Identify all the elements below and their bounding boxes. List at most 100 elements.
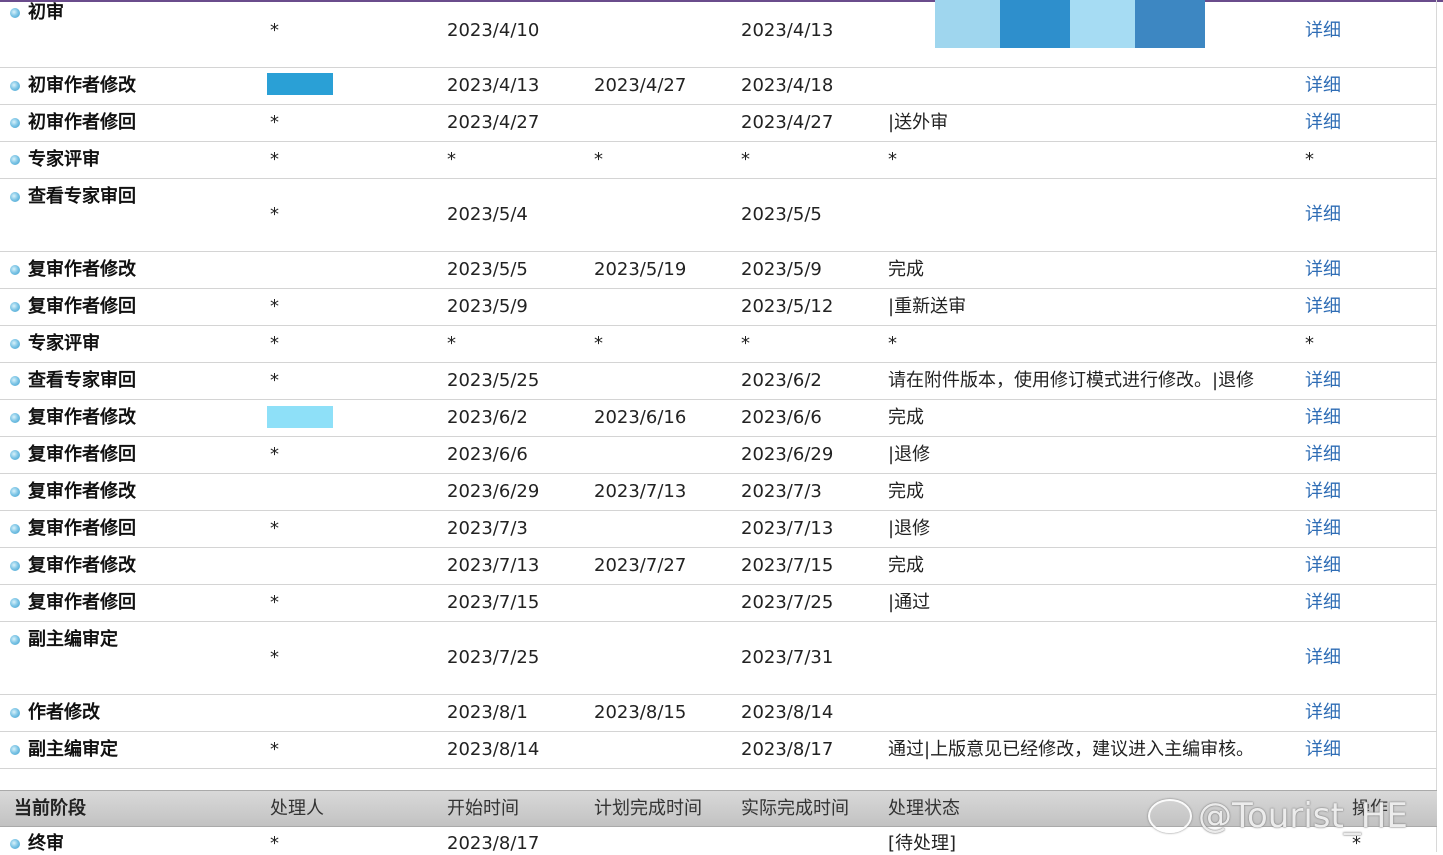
stage-cell: 复审作者修回 [10, 444, 136, 466]
status-cell: 完成 [888, 259, 924, 280]
stage-label: 初审作者修回 [28, 112, 136, 133]
actual-time-cell: * [741, 333, 750, 354]
start-time-cell: 2023/7/25 [447, 647, 540, 668]
stage-cell: 副主编审定 [10, 629, 118, 651]
handler-cell: * [270, 333, 279, 354]
details-link[interactable]: 详细 [1305, 204, 1341, 226]
stage-label: 复审作者修回 [28, 592, 136, 613]
handler-cell: * [270, 149, 279, 170]
bullet-icon [10, 192, 20, 202]
table-row: 查看专家审回 * 2023/5/25 2023/6/2 请在附件版本，使用修订模式进行修… [0, 363, 1437, 400]
start-time-cell: 2023/6/29 [447, 481, 540, 502]
status-cell: |通过 [888, 592, 931, 613]
redaction-mask [267, 406, 333, 428]
stage-label: 初审 [28, 2, 64, 23]
stage-label: 复审作者修回 [28, 518, 136, 539]
stage-cell: 初审作者修回 [10, 112, 136, 134]
actual-time-cell: 2023/7/25 [741, 592, 834, 613]
table-row: 复审作者修回 * 2023/6/6 2023/6/29 |退修 详细 [0, 437, 1437, 474]
status-cell: |送外审 [888, 112, 949, 133]
bullet-icon [10, 265, 20, 275]
actual-time-cell: 2023/8/14 [741, 702, 834, 723]
start-time-cell: 2023/5/25 [447, 370, 540, 391]
details-link[interactable]: 详细 [1305, 481, 1341, 503]
stage-label: 查看专家审回 [28, 186, 136, 207]
actual-time-cell: 2023/4/18 [741, 75, 834, 96]
stage-cell: 副主编审定 [10, 739, 118, 761]
start-time-cell: 2023/4/13 [447, 75, 540, 96]
bullet-icon [10, 81, 20, 91]
actual-time-cell: 2023/6/29 [741, 444, 834, 465]
details-link[interactable]: 详细 [1305, 407, 1341, 429]
details-link[interactable]: 详细 [1305, 739, 1341, 761]
start-time-cell: * [447, 149, 456, 170]
start-time-cell: 2023/4/27 [447, 112, 540, 133]
status-cell: |退修 [888, 444, 931, 465]
bullet-icon [10, 118, 20, 128]
stage-label: 复审作者修改 [28, 259, 136, 280]
stage-cell: 复审作者修改 [10, 407, 136, 429]
details-link[interactable]: 详细 [1305, 75, 1341, 97]
actual-time-cell: 2023/7/31 [741, 647, 834, 668]
handler-cell: * [270, 112, 279, 133]
details-link[interactable]: 详细 [1305, 20, 1341, 42]
status-cell: |退修 [888, 518, 931, 539]
actual-time-cell: * [741, 149, 750, 170]
header-handler: 处理人 [270, 798, 324, 819]
stage-cell: 复审作者修回 [10, 296, 136, 318]
watermark-text: @Tourist_HE [1198, 796, 1408, 836]
details-link[interactable]: 详细 [1305, 370, 1341, 392]
redaction-mask [935, 0, 1205, 48]
actual-time-cell: 2023/5/9 [741, 259, 822, 280]
stage-label: 专家评审 [28, 149, 100, 170]
stage-cell: 复审作者修改 [10, 555, 136, 577]
start-time-cell: 2023/4/10 [447, 20, 540, 41]
details-link[interactable]: 详细 [1305, 518, 1341, 540]
stage-cell: 复审作者修回 [10, 592, 136, 614]
weibo-watermark: @Tourist_HE [1148, 796, 1408, 836]
table-row: 复审作者修改 2023/5/5 2023/5/19 2023/5/9 完成 详细 [0, 252, 1437, 289]
stage-label: 副主编审定 [28, 739, 118, 760]
start-time-cell: 2023/5/4 [447, 204, 528, 225]
stage-cell: 初审作者修改 [10, 75, 136, 97]
status-cell: * [888, 149, 897, 170]
bullet-icon [10, 487, 20, 497]
actual-time-cell: 2023/4/13 [741, 20, 834, 41]
handler-cell: * [270, 204, 279, 225]
bullet-icon [10, 839, 20, 849]
start-time-cell: 2023/6/2 [447, 407, 528, 428]
actual-time-cell: 2023/4/27 [741, 112, 834, 133]
start-time-cell: 2023/7/3 [447, 518, 528, 539]
header-stage: 当前阶段 [14, 798, 86, 819]
details-link[interactable]: 详细 [1305, 112, 1341, 134]
plan-time-cell: 2023/7/13 [594, 481, 687, 502]
handler-cell: * [270, 444, 279, 465]
plan-time-cell: 2023/7/27 [594, 555, 687, 576]
handler-cell: * [270, 370, 279, 391]
handler-cell: * [270, 739, 279, 760]
start-time-cell: * [447, 333, 456, 354]
details-link[interactable]: 详细 [1305, 702, 1341, 724]
details-link[interactable]: 详细 [1305, 592, 1341, 614]
header-status: 处理状态 [888, 798, 960, 819]
details-link[interactable]: 详细 [1305, 259, 1341, 281]
details-link[interactable]: 详细 [1305, 647, 1341, 669]
actual-time-cell: 2023/7/13 [741, 518, 834, 539]
bullet-icon [10, 413, 20, 423]
bullet-icon [10, 524, 20, 534]
stage-cell: 复审作者修回 [10, 518, 136, 540]
details-link[interactable]: 详细 [1305, 444, 1341, 466]
details-link[interactable]: 详细 [1305, 296, 1341, 318]
status-cell: 完成 [888, 481, 924, 502]
plan-time-cell: * [594, 333, 603, 354]
details-link[interactable]: 详细 [1305, 555, 1341, 577]
table-row: 复审作者修回 * 2023/7/3 2023/7/13 |退修 详细 [0, 511, 1437, 548]
redaction-mask [267, 73, 333, 95]
handler-cell: * [270, 647, 279, 668]
start-time-cell: 2023/8/14 [447, 739, 540, 760]
plan-time-cell: 2023/8/15 [594, 702, 687, 723]
stage-cell: 复审作者修改 [10, 259, 136, 281]
bullet-icon [10, 450, 20, 460]
status-cell: 请在附件版本，使用修订模式进行修改。|退修 [888, 370, 1255, 391]
stage-label: 查看专家审回 [28, 370, 136, 391]
